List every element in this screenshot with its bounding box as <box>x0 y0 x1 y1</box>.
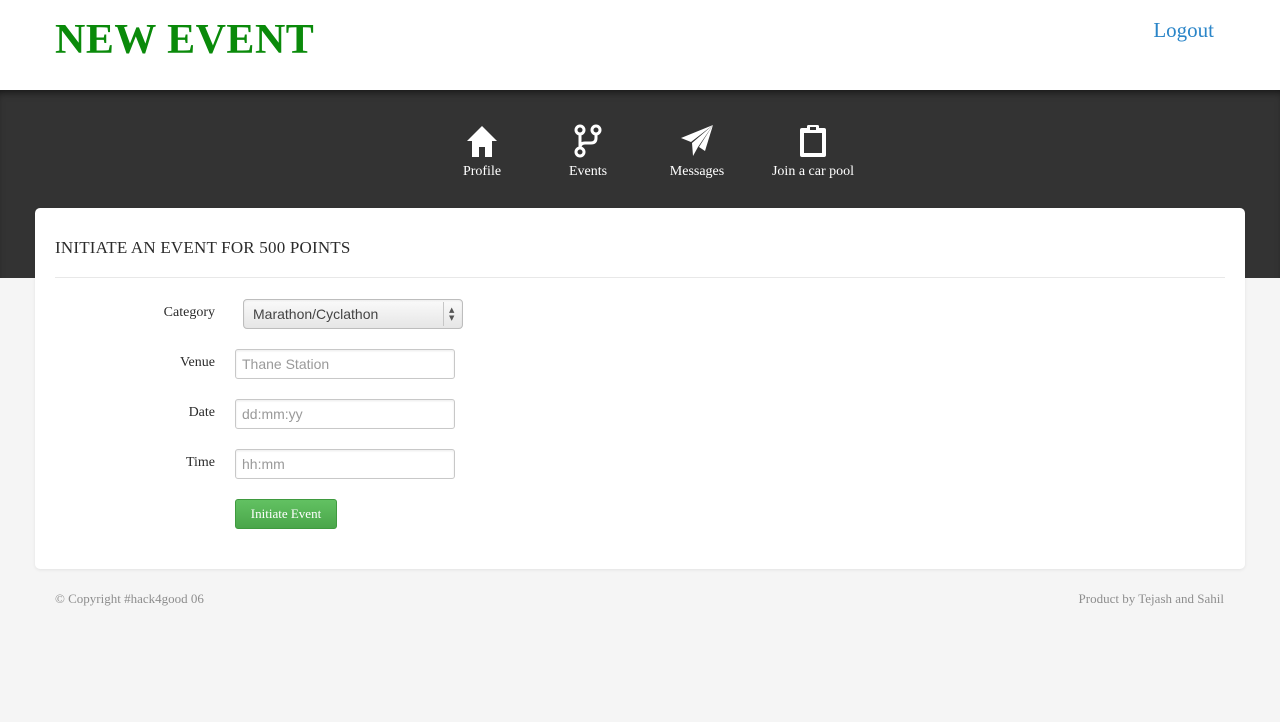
initiate-event-button[interactable]: Initiate Event <box>235 499 337 529</box>
form-heading: INITIATE AN EVENT FOR 500 POINTS <box>55 238 351 257</box>
venue-label: Venue <box>180 355 215 370</box>
footer-copyright: © Copyright #hack4good 06 <box>55 591 204 606</box>
nav-item-profile[interactable]: Profile <box>452 124 512 180</box>
main-nav: Profile Events Messages Join a car pool <box>0 124 1280 184</box>
category-selected-value: Marathon/Cyclathon <box>253 306 379 322</box>
nav-label-car-pool: Join a car pool <box>771 164 855 179</box>
paper-plane-icon <box>662 124 732 158</box>
nav-label-messages: Messages <box>669 164 725 179</box>
branch-icon <box>558 124 618 158</box>
home-icon <box>452 124 512 158</box>
nav-item-events[interactable]: Events <box>558 124 618 180</box>
nav-label-profile: Profile <box>462 164 502 179</box>
venue-input[interactable] <box>235 349 455 379</box>
top-header: NEW EVENT Logout <box>0 0 1280 90</box>
nav-item-messages[interactable]: Messages <box>662 124 732 180</box>
nav-label-events: Events <box>568 164 608 179</box>
time-input[interactable] <box>235 449 455 479</box>
event-form-card: INITIATE AN EVENT FOR 500 POINTS Categor… <box>35 208 1245 569</box>
date-input[interactable] <box>235 399 455 429</box>
date-label: Date <box>188 405 215 420</box>
time-label: Time <box>185 455 215 470</box>
logout-link[interactable]: Logout <box>1153 18 1214 43</box>
select-arrows-icon: ▲ ▼ <box>443 302 462 326</box>
divider <box>55 277 1225 278</box>
footer-credit: Product by Tejash and Sahil <box>1078 591 1224 606</box>
page-title: NEW EVENT <box>55 17 315 63</box>
category-label: Category <box>163 305 215 320</box>
category-select[interactable]: Marathon/Cyclathon ▲ ▼ <box>243 299 463 329</box>
nav-item-car-pool[interactable]: Join a car pool <box>766 124 860 180</box>
clipboard-icon <box>766 124 860 158</box>
